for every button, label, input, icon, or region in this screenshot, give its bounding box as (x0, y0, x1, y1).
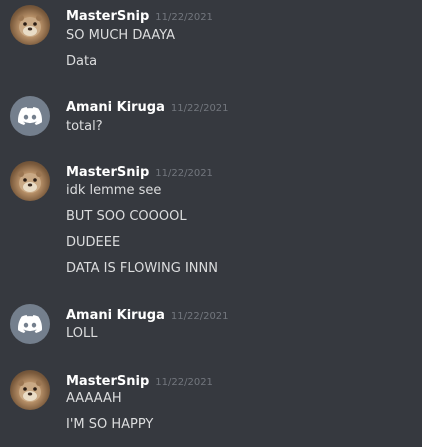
message-text: AAAAAH (66, 391, 122, 406)
message-text: DATA IS FLOWING INNN (66, 261, 218, 276)
username[interactable]: MasterSnip (66, 374, 149, 389)
timestamp: 11/22/2021 (170, 103, 229, 114)
user-avatar[interactable] (10, 96, 50, 136)
user-avatar[interactable] (10, 370, 50, 410)
timestamp: 11/22/2021 (155, 168, 213, 179)
message-header: MasterSnip 11/22/2021 (66, 370, 213, 389)
otter-icon (18, 380, 42, 402)
message-header: Amani Kiruga 11/22/2021 (66, 96, 229, 115)
message-text: idk lemme see (66, 183, 162, 198)
user-avatar[interactable] (10, 161, 50, 201)
message-header: MasterSnip 11/22/2021 (66, 161, 213, 180)
message-text: BUT SOO COOOOL (66, 209, 187, 224)
username[interactable]: MasterSnip (66, 9, 149, 24)
message-text: Data (66, 54, 98, 69)
message-text: SO MUCH DAAYA (66, 28, 176, 43)
discord-logo-icon (18, 315, 42, 333)
discord-logo-icon (18, 107, 42, 125)
username[interactable]: MasterSnip (66, 165, 149, 180)
message-text: LOLL (66, 326, 98, 341)
user-avatar[interactable] (10, 5, 50, 45)
otter-icon (18, 171, 42, 193)
timestamp: 11/22/2021 (170, 311, 229, 322)
user-avatar[interactable] (10, 304, 50, 344)
message-header: MasterSnip 11/22/2021 (66, 5, 213, 24)
otter-icon (18, 15, 42, 37)
message-text: total? (66, 119, 103, 134)
username[interactable]: Amani Kiruga (66, 100, 165, 115)
timestamp: 11/22/2021 (155, 12, 213, 23)
chat-message-list: MasterSnip 11/22/2021 SO MUCH DAAYA Data … (0, 0, 422, 447)
message-text: DUDEEE (66, 235, 121, 250)
message-header: Amani Kiruga 11/22/2021 (66, 304, 229, 323)
message-text: I'M SO HAPPY (66, 417, 154, 432)
username[interactable]: Amani Kiruga (66, 308, 165, 323)
timestamp: 11/22/2021 (155, 377, 213, 388)
